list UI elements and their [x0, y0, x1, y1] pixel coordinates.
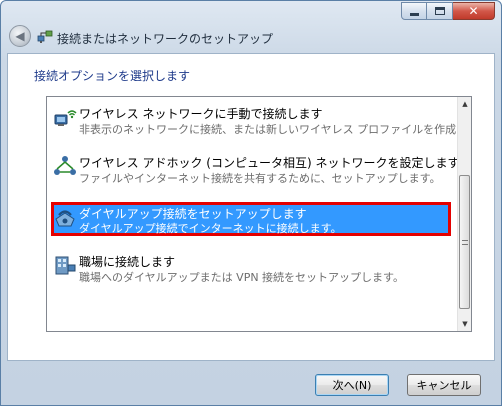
wireless-network-icon — [54, 110, 77, 126]
scroll-up-icon[interactable]: ▲ — [458, 97, 471, 111]
option-dialup[interactable]: ダイヤルアップ接続をセットアップします ダイヤルアップ接続でインターネットに接続… — [51, 203, 449, 237]
page-heading: 接続オプションを選択します — [34, 69, 191, 83]
connection-options-list: ワイヤレス ネットワークに手動で接続します 非表示のネットワークに接続、または新… — [46, 96, 472, 332]
maximize-icon — [434, 7, 445, 15]
maximize-button[interactable] — [427, 2, 453, 20]
vertical-scrollbar[interactable]: ▲ ▼ — [457, 97, 471, 331]
close-button[interactable]: ✕ — [453, 2, 495, 20]
caption-buttons: ✕ — [401, 2, 495, 20]
minimize-icon — [409, 12, 419, 16]
option-description: ダイヤルアップ接続でインターネットに接続します。 — [79, 222, 342, 235]
back-arrow-icon: ◀ — [15, 29, 25, 43]
option-title: 職場に接続します — [79, 255, 176, 269]
option-workplace[interactable]: 職場に接続します 職場へのダイヤルアップまたは VPN 接続をセットアップします… — [51, 249, 451, 289]
window-title: 接続またはネットワークのセットアップ — [57, 32, 274, 46]
option-description: ファイルやインターネット接続を共有するために、セットアップします。 — [79, 172, 441, 185]
option-description: 非表示のネットワークに接続、または新しいワイヤレス プロファイルを作成します。 — [79, 123, 472, 136]
grip-icon — [461, 239, 468, 245]
option-title: ワイヤレス アドホック (コンピュータ相互) ネットワークを設定します — [79, 156, 460, 170]
cancel-button[interactable]: キャンセル — [407, 374, 481, 396]
option-wireless-manual[interactable]: ワイヤレス ネットワークに手動で接続します 非表示のネットワークに接続、または新… — [51, 101, 471, 141]
content-panel: 接続オプションを選択します ワイヤレス ネットワークに手動で接続します 非表示の… — [7, 53, 495, 361]
option-title: ワイヤレス ネットワークに手動で接続します — [79, 107, 323, 121]
option-wireless-adhoc[interactable]: ワイヤレス アドホック (コンピュータ相互) ネットワークを設定します ファイル… — [51, 150, 459, 190]
minimize-button[interactable] — [401, 2, 427, 20]
workplace-icon — [55, 256, 76, 275]
next-button[interactable]: 次へ(N) — [315, 374, 389, 396]
close-icon: ✕ — [468, 4, 479, 18]
option-description: 職場へのダイヤルアップまたは VPN 接続をセットアップします。 — [79, 271, 404, 284]
wizard-header: ◀ 接続またはネットワークのセットアップ — [1, 23, 501, 51]
back-button[interactable]: ◀ — [9, 25, 31, 47]
scroll-thumb[interactable] — [459, 175, 470, 309]
wizard-window: ✕ ◀ 接続またはネットワークのセットアップ 接続オプションを選択します ワイヤ… — [0, 0, 502, 406]
adhoc-network-icon — [54, 156, 76, 175]
scroll-down-icon[interactable]: ▼ — [458, 317, 471, 331]
dialup-phone-icon — [55, 210, 75, 227]
network-setup-icon — [37, 30, 53, 43]
